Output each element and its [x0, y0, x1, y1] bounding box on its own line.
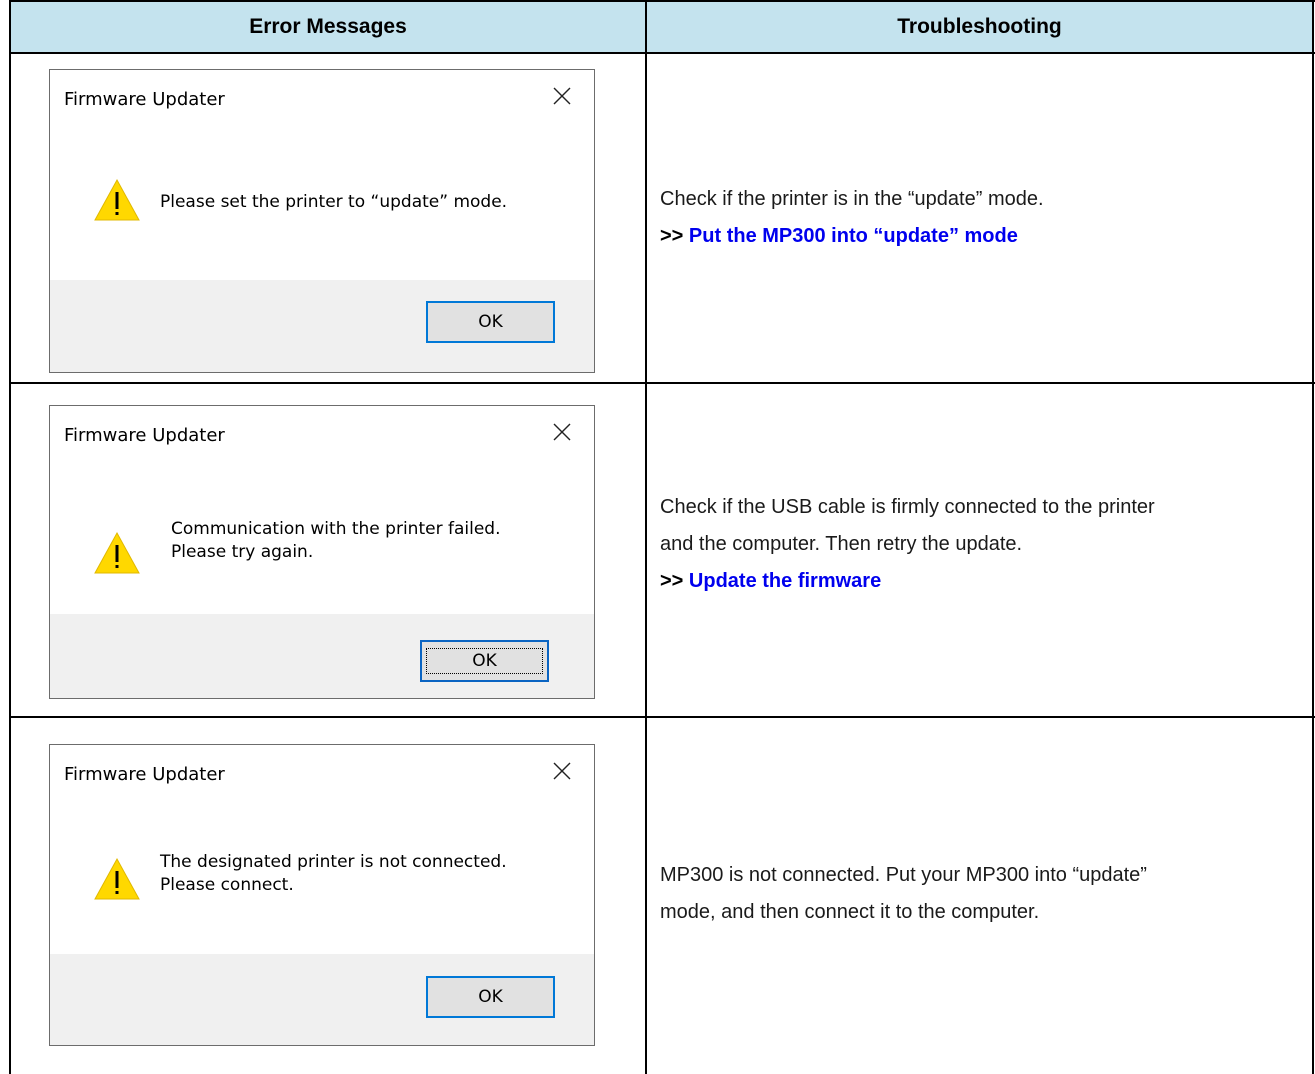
dialog-update-mode: Firmware Updater Please set the printer …: [49, 69, 595, 373]
troubleshooting-text: Check if the printer is in the “update” …: [660, 188, 1044, 210]
ok-button[interactable]: OK: [426, 301, 555, 343]
table-border-left: [9, 0, 11, 1074]
ok-button-label: OK: [426, 648, 543, 674]
dialog-title: Firmware Updater: [64, 764, 225, 785]
close-icon[interactable]: [552, 761, 572, 781]
link-update-mode[interactable]: Put the MP300 into “update” mode: [689, 225, 1018, 247]
dialog-message: Communication with the printer failed. P…: [171, 519, 501, 562]
table-border-top: [9, 0, 1315, 2]
dialog-footer: OK: [50, 280, 594, 372]
header-error-messages: Error Messages: [11, 2, 645, 52]
dialog-title: Firmware Updater: [64, 89, 225, 110]
troubleshooting-link-line: >> Update the firmware: [660, 563, 1155, 600]
troubleshooting-text-2: mode, and then connect it to the compute…: [660, 901, 1040, 923]
link-arrow: >>: [660, 225, 684, 247]
header-troubleshooting: Troubleshooting: [647, 2, 1312, 52]
troubleshooting-text-2: and the computer. Then retry the update.: [660, 533, 1023, 555]
dialog-message: Please set the printer to “update” mode.: [160, 192, 508, 212]
row-divider-2: [9, 716, 1315, 718]
troubleshooting-cell-1: Check if the printer is in the “update” …: [660, 181, 1044, 255]
dialog-title: Firmware Updater: [64, 425, 225, 446]
close-icon[interactable]: [552, 86, 572, 106]
troubleshooting-cell-2: Check if the USB cable is firmly connect…: [660, 489, 1155, 600]
dialog-message: The designated printer is not connected.…: [160, 852, 507, 895]
ok-button[interactable]: OK: [426, 976, 555, 1018]
warning-icon: [94, 178, 140, 221]
table-border-right: [1312, 0, 1314, 1074]
dialog-footer: OK: [50, 614, 594, 698]
dialog-communication-failed: Firmware Updater Communication with the …: [49, 405, 595, 699]
row-divider-1: [9, 382, 1315, 384]
table-header-divider: [9, 52, 1315, 54]
close-icon[interactable]: [552, 422, 572, 442]
link-update-firmware[interactable]: Update the firmware: [689, 570, 881, 592]
troubleshooting-text-1: Check if the USB cable is firmly connect…: [660, 496, 1155, 518]
troubleshooting-cell-3: MP300 is not connected. Put your MP300 i…: [660, 857, 1147, 931]
troubleshooting-text-1: MP300 is not connected. Put your MP300 i…: [660, 864, 1147, 886]
warning-icon: [94, 857, 140, 900]
table-column-divider: [645, 0, 647, 1074]
ok-button[interactable]: OK: [420, 640, 549, 682]
troubleshooting-table: Error Messages Troubleshooting Firmware …: [0, 0, 1315, 1074]
dialog-not-connected: Firmware Updater The designated printer …: [49, 744, 595, 1046]
link-arrow: >>: [660, 570, 684, 592]
dialog-footer: OK: [50, 954, 594, 1045]
troubleshooting-link-line: >> Put the MP300 into “update” mode: [660, 218, 1044, 255]
warning-icon: [94, 531, 140, 574]
